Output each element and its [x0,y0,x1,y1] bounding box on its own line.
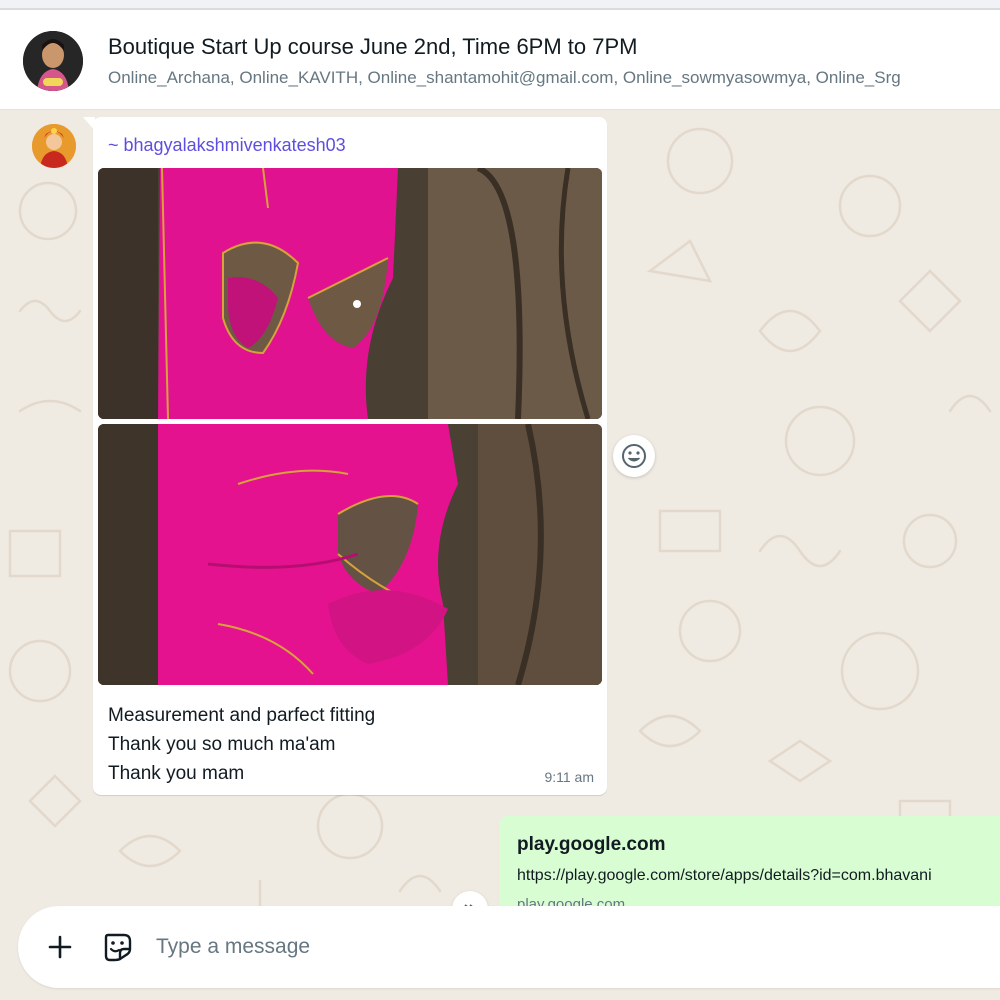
sender-name[interactable]: ~ bhagyalakshmivenkatesh03 [108,135,346,156]
message-photo[interactable] [98,424,602,685]
message-composer [18,906,1000,988]
group-members-list: Online_Archana, Online_KAVITH, Online_sh… [108,68,901,87]
link-preview-title[interactable]: play.google.com [517,834,666,856]
message-line: Thank you mam [108,763,245,784]
emoji-icon[interactable] [613,435,655,477]
link-preview-url[interactable]: https://play.google.com/store/apps/detai… [517,867,932,885]
sticker-icon[interactable] [98,927,138,967]
message-timestamp: 9:11 am [544,769,594,785]
message-line: Thank you so much ma'am [108,734,336,755]
message-photo[interactable] [98,168,602,419]
message-line: Measurement and parfect fitting [108,705,376,726]
message-input[interactable] [156,928,976,966]
chat-panel: ~ bhagyalakshmivenkatesh03 Measurement a… [0,111,1000,1000]
group-title: Boutique Start Up course June 2nd, Time … [108,34,638,59]
group-avatar[interactable] [23,31,83,91]
plus-icon[interactable] [40,927,80,967]
message-text: Measurement and parfect fitting Thank yo… [108,701,375,788]
incoming-message-bubble[interactable]: ~ bhagyalakshmivenkatesh03 Measurement a… [93,117,607,795]
window-top-strip [0,0,1000,10]
chat-header[interactable]: Boutique Start Up course June 2nd, Time … [0,10,1000,110]
sender-avatar[interactable] [32,124,76,168]
